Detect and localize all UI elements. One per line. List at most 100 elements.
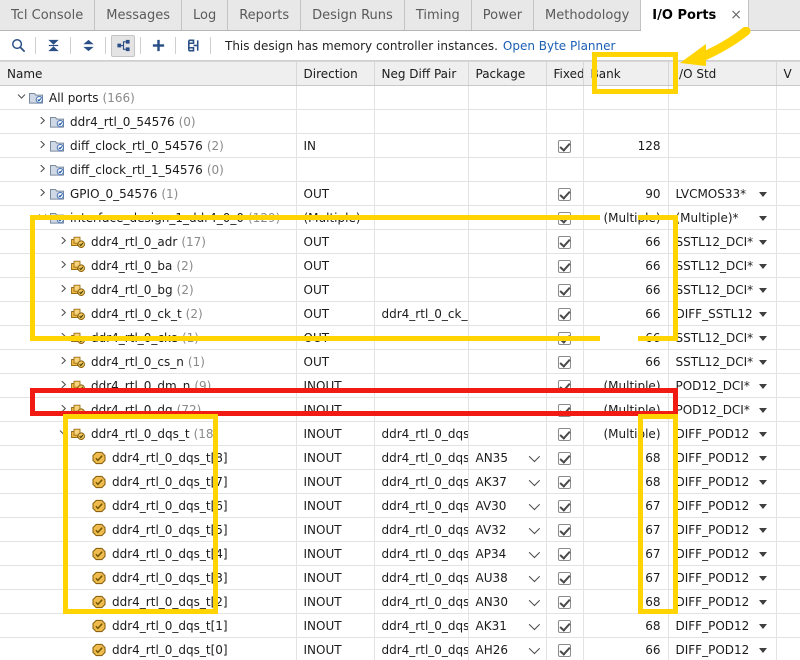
cell-package[interactable] (468, 325, 547, 350)
tab-log[interactable]: Log (182, 0, 229, 30)
cell-fixed[interactable] (546, 589, 584, 614)
column-header-package[interactable]: Package (468, 61, 547, 86)
cell-name[interactable]: ddr4_rtl_0_dqs_t (18) (0, 421, 297, 446)
fixed-checkbox[interactable] (558, 523, 571, 537)
caret-down-icon[interactable] (758, 503, 767, 509)
cell-package[interactable] (468, 229, 547, 254)
cell-io-std[interactable]: DIFF_POD12 (668, 469, 777, 494)
chevron-right-icon[interactable] (36, 164, 49, 176)
caret-down-icon[interactable] (758, 455, 767, 461)
cell-name[interactable]: ddr4_rtl_0_dqs_t[8] (0, 445, 297, 470)
chevron-right-icon[interactable] (57, 356, 70, 368)
table-row[interactable]: ddr4_rtl_0_dqs_t[8] INOUT ddr4_rtl_0_dqs AN… (0, 445, 800, 470)
fixed-checkbox[interactable] (558, 355, 571, 369)
collapse-all-icon[interactable] (41, 35, 65, 57)
fixed-checkbox[interactable] (558, 283, 571, 297)
cell-fixed[interactable] (546, 109, 584, 134)
cell-bank[interactable]: (Multiple) (583, 397, 669, 422)
column-header-direction[interactable]: Direction (296, 61, 375, 86)
chevron-down-icon[interactable] (57, 428, 70, 440)
cell-bank[interactable]: 66 (583, 253, 669, 278)
cell-package[interactable]: AH26 (468, 637, 547, 660)
cell-bank[interactable]: (Multiple) (583, 421, 669, 446)
fixed-checkbox[interactable] (558, 235, 571, 249)
table-row[interactable]: GPIO_0_54576 (1) OUT 90 LVCMOS33* (0, 181, 800, 206)
caret-down-icon[interactable] (758, 263, 767, 269)
cell-package[interactable] (468, 85, 547, 110)
tab-design-runs[interactable]: Design Runs (301, 0, 405, 30)
column-header-negdiff[interactable]: Neg Diff Pair (374, 61, 469, 86)
caret-down-icon[interactable] (758, 479, 767, 485)
cell-bank[interactable]: 67 (583, 517, 669, 542)
table-row[interactable]: ddr4_rtl_0_ba (2) OUT 66 SSTL12_DCI* (0, 253, 800, 278)
cell-fixed[interactable] (546, 205, 584, 230)
chevron-down-icon[interactable] (36, 212, 49, 224)
cell-package[interactable]: AV30 (468, 493, 547, 518)
cell-name[interactable]: ddr4_rtl_0_dqs_t[0] (0, 637, 297, 660)
fixed-checkbox[interactable] (558, 187, 571, 201)
cell-fixed[interactable] (546, 325, 584, 350)
cell-bank[interactable]: (Multiple) (583, 205, 669, 230)
cell-package[interactable]: AN35 (468, 445, 547, 470)
table-row[interactable]: ddr4_rtl_0_dqs_t (18) INOUT ddr4_rtl_0_dqs(… (0, 421, 800, 446)
cell-name[interactable]: diff_clock_rtl_0_54576 (2) (0, 133, 297, 158)
cell-io-std[interactable]: DIFF_POD12 (668, 421, 777, 446)
table-row[interactable]: ddr4_rtl_0_adr (17) OUT 66 SSTL12_DCI* (0, 229, 800, 254)
cell-fixed[interactable] (546, 541, 584, 566)
cell-io-std[interactable]: DIFF_SSTL12 (668, 301, 777, 326)
tab-power[interactable]: Power (472, 0, 535, 30)
tab-tcl-console[interactable]: Tcl Console (0, 0, 96, 30)
table-row[interactable]: ddr4_rtl_0_dqs_t[0] INOUT ddr4_rtl_0_dqs AH… (0, 637, 800, 660)
caret-down-icon[interactable] (758, 647, 767, 653)
caret-down-icon[interactable] (758, 191, 767, 197)
cell-fixed[interactable] (546, 637, 584, 660)
tab-i-o-ports[interactable]: I/O Ports × (641, 0, 749, 31)
cell-package[interactable]: AP34 (468, 541, 547, 566)
column-header-iostd[interactable]: I/O Std (668, 61, 777, 86)
chevron-down-icon[interactable] (15, 92, 28, 104)
cell-bank[interactable]: 68 (583, 613, 669, 638)
cell-package[interactable] (468, 109, 547, 134)
chevron-right-icon[interactable] (36, 140, 49, 152)
fixed-checkbox[interactable] (558, 595, 571, 609)
table-row[interactable]: ddr4_rtl_0_dqs_t[1] INOUT ddr4_rtl_0_dqs AK… (0, 613, 800, 638)
cell-bank[interactable]: 66 (583, 349, 669, 374)
cell-package[interactable] (468, 397, 547, 422)
tab-methodology[interactable]: Methodology (534, 0, 642, 30)
cell-fixed[interactable] (546, 397, 584, 422)
table-row[interactable]: ddr4_rtl_0_dq (72) INOUT (Multiple) POD12_DC… (0, 397, 800, 422)
cell-package[interactable] (468, 181, 547, 206)
cell-io-std[interactable]: LVCMOS33* (668, 181, 777, 206)
table-row[interactable]: diff_clock_rtl_0_54576 (2) IN 128 (0, 133, 800, 158)
chevron-down-icon[interactable] (528, 498, 540, 510)
cell-io-std[interactable]: DIFF_POD12 (668, 541, 777, 566)
cell-package[interactable] (468, 157, 547, 182)
fixed-checkbox[interactable] (558, 619, 571, 633)
cell-name[interactable]: ddr4_rtl_0_dq (72) (0, 397, 297, 422)
cell-fixed[interactable] (546, 133, 584, 158)
cell-name[interactable]: ddr4_rtl_0_dqs_t[4] (0, 541, 297, 566)
chevron-right-icon[interactable] (57, 404, 70, 416)
cell-io-std[interactable]: DIFF_POD12 (668, 517, 777, 542)
table-row[interactable]: ddr4_rtl_0_ck_t (2) OUT ddr4_rtl_0_ck_ 66 DIF… (0, 301, 800, 326)
cell-name[interactable]: ddr4_rtl_0_dqs_t[1] (0, 613, 297, 638)
cell-name[interactable]: ddr4_rtl_0_bg (2) (0, 277, 297, 302)
fixed-checkbox[interactable] (558, 139, 571, 153)
column-header-name[interactable]: Name (0, 61, 297, 86)
cell-fixed[interactable] (546, 613, 584, 638)
cell-bank[interactable]: 68 (583, 445, 669, 470)
cell-name[interactable]: ddr4_rtl_0_adr (17) (0, 229, 297, 254)
cell-package[interactable]: AK31 (468, 613, 547, 638)
caret-down-icon[interactable] (758, 575, 767, 581)
cell-name[interactable]: interface_design_1_ddr4_0_0 (129) (0, 205, 297, 230)
chevron-down-icon[interactable] (528, 522, 540, 534)
cell-package[interactable] (468, 373, 547, 398)
fixed-checkbox[interactable] (558, 571, 571, 585)
cell-fixed[interactable] (546, 493, 584, 518)
cell-package[interactable]: AV32 (468, 517, 547, 542)
chevron-down-icon[interactable] (528, 474, 540, 486)
cell-package[interactable]: AN30 (468, 589, 547, 614)
cell-bank[interactable]: 90 (583, 181, 669, 206)
caret-down-icon[interactable] (758, 239, 767, 245)
table-row[interactable]: ddr4_rtl_0_dqs_t[7] INOUT ddr4_rtl_0_dqs AK… (0, 469, 800, 494)
